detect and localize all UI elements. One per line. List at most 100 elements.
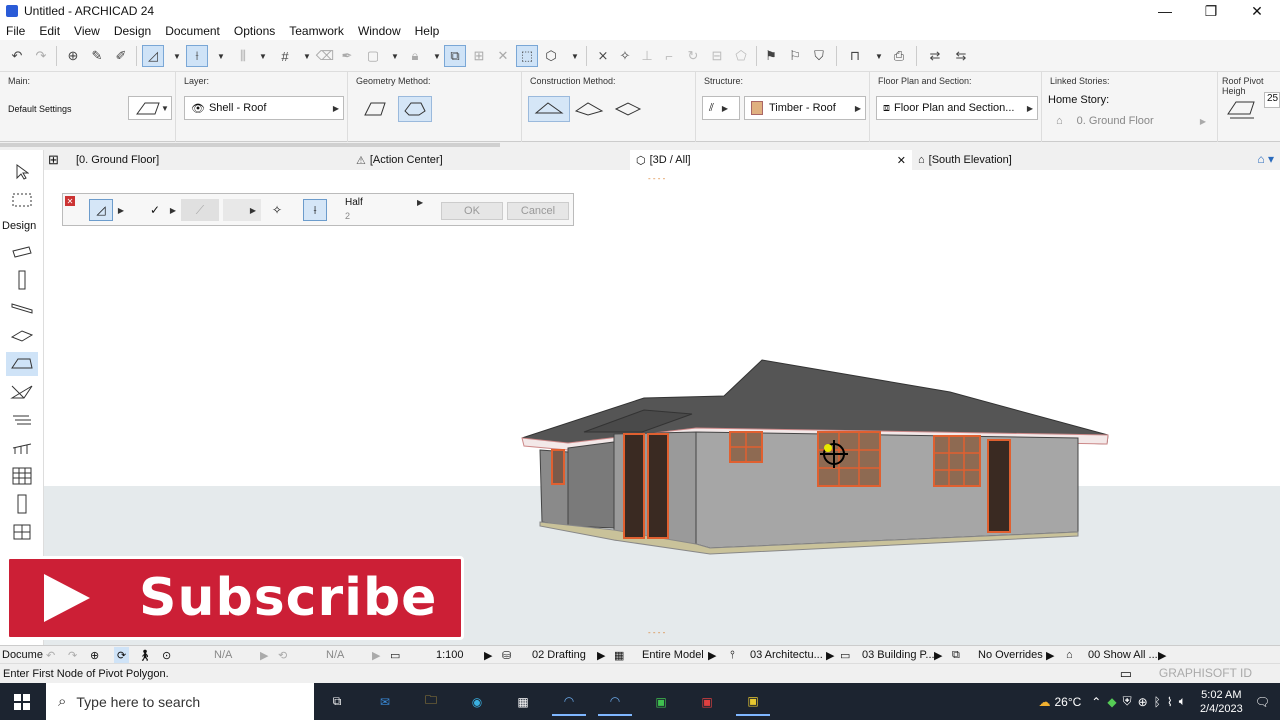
camtasia-green-icon[interactable]: ▣ xyxy=(644,687,678,716)
menu-document[interactable]: Document xyxy=(165,24,220,38)
pet-dropdown-icon[interactable]: ▶ xyxy=(247,199,259,221)
infobox-scrollbar[interactable] xyxy=(0,143,500,147)
arrow-icon[interactable]: ▶ xyxy=(708,647,716,663)
magic-wand-icon[interactable]: ✧ xyxy=(614,45,636,67)
floorplan-settings-button[interactable]: ⧈ Floor Plan and Section... ▶ xyxy=(876,96,1038,120)
inject-icon[interactable]: ✐ xyxy=(110,45,132,67)
slab-tool-icon[interactable] xyxy=(6,324,38,348)
polygon-construction-icon[interactable] xyxy=(528,96,570,122)
undo-icon[interactable]: ↶ xyxy=(6,45,28,67)
lock-icon[interactable]: 🔒︎ xyxy=(404,45,426,67)
layer-selector[interactable]: 👁︎ Shell - Roof ▶ xyxy=(184,96,344,120)
roof-tool-active-icon[interactable]: ◿ xyxy=(142,45,164,67)
marquee-tool-icon[interactable] xyxy=(6,188,38,212)
arrow-icon[interactable]: ▶ xyxy=(597,647,605,663)
temperature[interactable]: 26°C xyxy=(1054,695,1081,709)
multi-plane-roof-icon[interactable] xyxy=(398,96,432,122)
clock[interactable]: 5:02 AM 2/4/2023 xyxy=(1200,688,1243,716)
intersect-icon[interactable]: ⨯ xyxy=(592,45,614,67)
guide-icon[interactable]: ⟊ xyxy=(303,199,327,221)
gable-option-icon[interactable]: ⟋ xyxy=(181,199,219,221)
arrow-icon[interactable]: ▶ xyxy=(826,647,834,663)
app-yellow-icon[interactable]: ▣ xyxy=(736,687,770,716)
menu-view[interactable]: View xyxy=(74,24,100,38)
eraser-icon[interactable]: ⌫ xyxy=(314,45,336,67)
pet-close-icon[interactable]: ✕ xyxy=(65,196,75,206)
arrow-icon[interactable]: ▶ xyxy=(372,647,380,663)
rotated-construction-icon[interactable] xyxy=(612,96,646,122)
printer-icon[interactable]: ⎙ xyxy=(888,45,910,67)
network-icon[interactable]: ⌇ xyxy=(1167,695,1173,709)
arrow-tool-icon[interactable] xyxy=(6,160,38,184)
cross-icon[interactable]: ✕ xyxy=(492,45,514,67)
arrow-icon[interactable]: ▶ xyxy=(1158,647,1166,663)
ok-button[interactable]: OK xyxy=(441,202,503,220)
cancel-button[interactable]: Cancel xyxy=(507,202,569,220)
arrow-icon[interactable]: ▶ xyxy=(934,647,942,663)
arrow-icon[interactable]: ▶ xyxy=(260,647,268,663)
shell-tool-icon[interactable] xyxy=(6,380,38,404)
pivot-height-input[interactable]: 25 xyxy=(1264,92,1280,108)
redo-icon[interactable]: ↷ xyxy=(30,45,52,67)
model-filter-value[interactable]: Entire Model xyxy=(642,647,704,663)
fillet-icon[interactable]: ⌐ xyxy=(658,45,680,67)
navigator-icon[interactable]: ▭ xyxy=(1120,666,1132,682)
close-button[interactable]: ✕ xyxy=(1234,0,1280,22)
pick-up-icon[interactable]: ✎ xyxy=(86,45,108,67)
section-flag-icon[interactable]: ⚐ xyxy=(784,45,806,67)
roof-settings-button[interactable]: ▼ xyxy=(128,96,172,120)
option-dropdown-icon[interactable]: ▶ xyxy=(417,198,423,207)
archicad-2-taskbar-icon[interactable]: ◠ xyxy=(598,687,632,716)
stair-tool-icon[interactable] xyxy=(6,408,38,432)
curtain-wall-tool-icon[interactable] xyxy=(6,464,38,488)
building-material-selector[interactable]: Timber - Roof ▶ xyxy=(744,96,866,120)
flag-icon[interactable]: ⚑ xyxy=(760,45,782,67)
single-plane-roof-icon[interactable] xyxy=(358,96,392,122)
door-tool-icon[interactable] xyxy=(6,492,38,516)
rotate-icon[interactable]: ↻ xyxy=(682,45,704,67)
minimize-button[interactable]: — xyxy=(1142,0,1188,22)
pen-set-value[interactable]: 02 Drafting xyxy=(532,647,586,663)
wall-tool-icon[interactable] xyxy=(6,240,38,264)
adjust-icon[interactable]: ⊥ xyxy=(636,45,658,67)
notifications-icon[interactable]: 🗨︎ xyxy=(1255,695,1270,709)
language-icon[interactable]: ⊕ xyxy=(1138,695,1148,709)
menu-window[interactable]: Window xyxy=(358,24,401,38)
windows-start-icon[interactable] xyxy=(0,683,44,720)
rotate-angle-icon[interactable]: ⟲ xyxy=(278,647,287,663)
magic-wand-icon[interactable]: ✧ xyxy=(265,199,289,221)
layout-icon[interactable]: ⊓ xyxy=(844,45,866,67)
security-icon[interactable]: ⛨ xyxy=(1123,694,1132,709)
mail-icon[interactable]: ✉ xyxy=(368,687,402,716)
tab-3d-all[interactable]: ⬡ [3D / All] ✕ xyxy=(630,150,912,170)
dropdown-icon[interactable]: ▼ xyxy=(166,45,188,67)
beam-tool-icon[interactable] xyxy=(6,296,38,320)
layer-icon[interactable]: ⧉ xyxy=(444,45,466,67)
dropdown-icon[interactable]: ▼ xyxy=(384,45,406,67)
guide-lines-icon[interactable]: ⟊ xyxy=(186,45,208,67)
dropdown-icon[interactable]: ▼ xyxy=(564,45,586,67)
tab-overview-icon[interactable]: ⊞ xyxy=(48,152,59,168)
redo-view-icon[interactable]: ↷ xyxy=(68,647,77,663)
zoom-fit-icon[interactable]: ⊙ xyxy=(162,647,171,663)
dropdown-icon[interactable]: ▼ xyxy=(252,45,274,67)
dropdown-icon[interactable]: ▼ xyxy=(210,45,232,67)
layer-combo-value[interactable]: 03 Building P... xyxy=(862,647,935,663)
grid-snap-icon[interactable]: # xyxy=(274,45,296,67)
trace-icon[interactable]: ⊞ xyxy=(468,45,490,67)
edge-icon[interactable]: ◉ xyxy=(460,687,494,716)
group-icon[interactable]: ▢ xyxy=(362,45,384,67)
checkmark-icon[interactable]: ✓ xyxy=(143,199,167,221)
orbit-icon[interactable]: ⟳ xyxy=(114,647,130,663)
selection-icon[interactable]: ⬚ xyxy=(516,45,538,67)
tray-app-icon[interactable]: ◆ xyxy=(1107,695,1116,709)
camtasia-red-icon[interactable]: ▣ xyxy=(690,687,724,716)
task-view-icon[interactable]: ⧉ xyxy=(320,687,354,716)
tab-south-elevation[interactable]: ⌂ [South Elevation] xyxy=(912,150,1212,170)
arrow-icon[interactable]: ▶ xyxy=(484,647,492,663)
tab-ground-floor[interactable]: [0. Ground Floor] xyxy=(70,150,378,170)
structure-type-button[interactable]: ⫽ ▶ xyxy=(702,96,740,120)
roof-tool-icon[interactable] xyxy=(6,352,38,376)
pen-icon[interactable]: ✒ xyxy=(336,45,358,67)
bluetooth-icon[interactable]: ᛒ xyxy=(1154,695,1161,709)
